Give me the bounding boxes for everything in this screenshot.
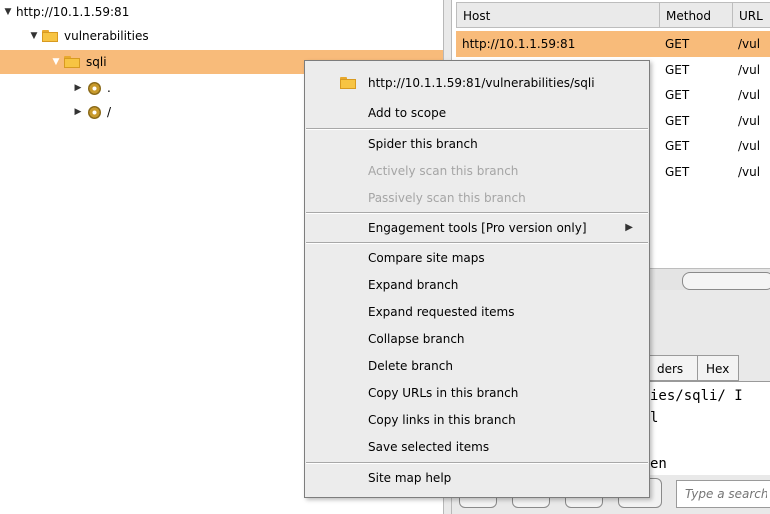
menu-item-collapse-branch[interactable]: Collapse branch — [305, 326, 649, 352]
menu-item-label: Engagement tools [Pro version only] — [368, 221, 587, 235]
menu-separator — [306, 212, 648, 214]
tree-node-label: http://10.1.1.59:81 — [16, 5, 130, 19]
submenu-arrow-icon: ▶ — [625, 222, 633, 233]
cell-host: http://10.1.1.59:81 — [462, 37, 576, 51]
tree-node-label: . — [107, 81, 111, 95]
menu-item-header[interactable]: http://10.1.1.59:81/vulnerabilities/sqli — [305, 70, 649, 96]
editor-line: en — [650, 456, 667, 472]
cell-method: GET — [665, 139, 690, 153]
menu-item-add-to-scope[interactable]: Add to scope — [305, 100, 649, 126]
column-header-host[interactable]: Host — [456, 2, 660, 28]
menu-item-copy-urls[interactable]: Copy URLs in this branch — [305, 380, 649, 406]
cell-method: GET — [665, 114, 690, 128]
menu-item-passive-scan: Passively scan this branch — [368, 191, 526, 205]
cell-url: /vul — [738, 139, 761, 153]
scrollbar-thumb[interactable] — [682, 272, 770, 290]
menu-item-expand-branch[interactable]: Expand branch — [305, 272, 649, 298]
menu-item-delete-branch[interactable]: Delete branch — [305, 353, 649, 379]
tab-hex[interactable]: Hex — [697, 355, 739, 381]
menu-item-copy-links[interactable]: Copy links in this branch — [305, 407, 649, 433]
tree-node-vulnerabilities[interactable]: ▼ vulnerabilities — [0, 24, 443, 48]
tree-node-label: vulnerabilities — [64, 29, 149, 43]
cell-url: /vul — [738, 88, 761, 102]
cell-url: /vul — [738, 114, 761, 128]
collapse-arrow-icon[interactable]: ▶ — [72, 83, 84, 93]
folder-icon — [64, 56, 80, 68]
menu-item-label: http://10.1.1.59:81/vulnerabilities/sqli — [368, 76, 595, 90]
cell-url: /vul — [738, 37, 761, 51]
tree-node-root[interactable]: ▼ http://10.1.1.59:81 — [0, 0, 443, 24]
cell-method: GET — [665, 165, 690, 179]
menu-item-active-scan: Actively scan this branch — [368, 164, 519, 178]
context-menu: http://10.1.1.59:81/vulnerabilities/sqli… — [304, 60, 650, 498]
menu-item-spider[interactable]: Spider this branch — [305, 131, 649, 157]
table-row[interactable]: http://10.1.1.59:81 GET /vul — [456, 31, 770, 57]
tree-node-leaf[interactable]: ▶ / — [0, 100, 300, 124]
menu-separator — [306, 462, 648, 464]
menu-item-save-selected[interactable]: Save selected items — [305, 434, 649, 460]
menu-item-compare-site-maps[interactable]: Compare site maps — [305, 245, 649, 271]
search-input[interactable] — [676, 480, 770, 508]
menu-separator — [306, 128, 648, 130]
folder-icon — [42, 30, 58, 42]
gear-icon — [88, 81, 101, 95]
folder-icon — [340, 77, 356, 89]
menu-separator — [306, 242, 648, 244]
cell-method: GET — [665, 37, 690, 51]
expand-arrow-icon[interactable]: ▼ — [50, 57, 62, 67]
gear-icon — [88, 105, 101, 119]
expand-arrow-icon[interactable]: ▼ — [2, 7, 14, 17]
cell-method: GET — [665, 63, 690, 77]
editor-line: ies/sqli/ I — [650, 388, 743, 404]
tree-node-label: sqli — [86, 55, 107, 69]
editor-line: l — [650, 410, 659, 426]
column-header-url[interactable]: URL — [732, 2, 770, 28]
tree-node-leaf[interactable]: ▶ . — [0, 76, 300, 100]
menu-item-site-map-help[interactable]: Site map help — [305, 465, 649, 491]
tree-node-label: / — [107, 105, 112, 119]
menu-item-expand-requested[interactable]: Expand requested items — [305, 299, 649, 325]
expand-arrow-icon[interactable]: ▼ — [28, 31, 40, 41]
collapse-arrow-icon[interactable]: ▶ — [72, 107, 84, 117]
column-header-method[interactable]: Method — [659, 2, 733, 28]
menu-item-engagement-tools[interactable]: Engagement tools [Pro version only] ▶ — [305, 215, 649, 241]
cell-method: GET — [665, 88, 690, 102]
cell-url: /vul — [738, 63, 761, 77]
tab-headers[interactable]: ders — [648, 355, 698, 381]
cell-url: /vul — [738, 165, 761, 179]
